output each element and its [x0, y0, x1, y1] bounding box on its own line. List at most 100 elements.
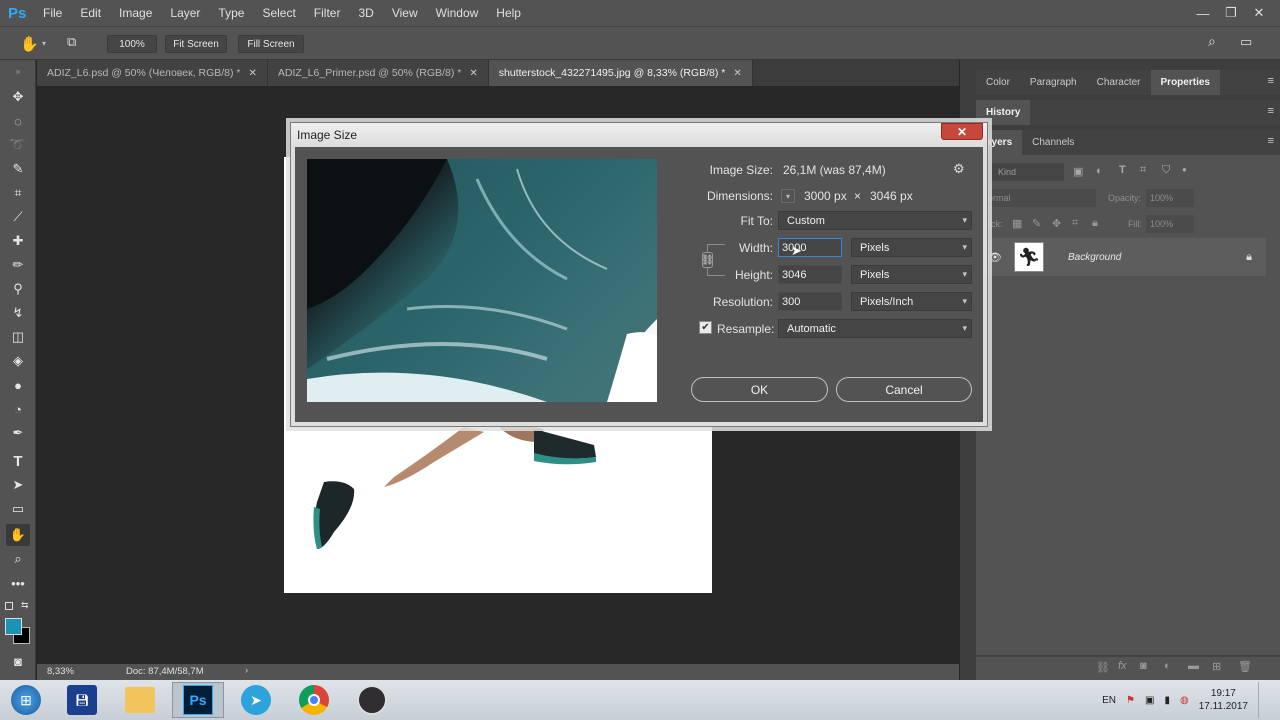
toolbox-collapse-icon[interactable]: » — [6, 60, 30, 82]
gear-icon[interactable]: ⚙ — [953, 161, 965, 177]
tab-character[interactable]: Character — [1087, 70, 1151, 95]
height-input[interactable]: 3046 — [778, 265, 842, 284]
shape-filter-icon[interactable]: ⌗ — [1140, 164, 1146, 177]
adjustment-layer-icon[interactable]: ◐ — [1164, 660, 1171, 672]
menu-edit[interactable]: Edit — [71, 0, 110, 26]
path-selection-tool-icon[interactable]: ➤ — [6, 474, 30, 496]
tab-adiz-l6-primer[interactable]: ADIZ_L6_Primer.psd @ 50% (RGB/8) * ✕ — [267, 60, 489, 86]
dialog-titlebar[interactable]: Image Size — [291, 123, 987, 147]
delete-layer-icon[interactable]: 🗑︎ — [1238, 660, 1252, 673]
menu-filter[interactable]: Filter — [305, 0, 350, 26]
panel-menu-icon[interactable]: ≡ — [1268, 75, 1274, 87]
tray-device-icon[interactable]: ▣ — [1145, 695, 1154, 706]
brush-tool-icon[interactable]: ✏ — [6, 254, 30, 276]
quick-select-tool-icon[interactable]: ✎ — [6, 158, 30, 180]
network-icon[interactable]: ▮ — [1164, 695, 1170, 706]
pen-tool-icon[interactable]: ✒ — [6, 422, 30, 444]
fit-to-select[interactable]: Custom ▾ — [778, 211, 972, 230]
resolution-units-select[interactable]: Pixels/Inch ▾ — [851, 292, 972, 311]
gradient-tool-icon[interactable]: ◈ — [6, 350, 30, 372]
restore-icon[interactable]: ❐ — [1224, 5, 1238, 20]
link-layers-icon[interactable]: ⛓ — [1096, 661, 1110, 674]
taskbar-app-chrome[interactable] — [288, 682, 340, 718]
taskbar-app-obs[interactable] — [346, 682, 398, 718]
quick-mask-icon[interactable]: ◙ — [6, 650, 30, 672]
lasso-tool-icon[interactable]: ➰ — [6, 134, 30, 156]
volume-icon[interactable]: ◍ — [1180, 695, 1189, 706]
minimize-icon[interactable]: — — [1196, 6, 1210, 21]
close-icon[interactable]: ✕ — [733, 68, 741, 79]
new-layer-icon[interactable]: ⊞ — [1212, 660, 1221, 673]
resolution-input[interactable]: 300 — [778, 292, 842, 311]
hand-tool-icon[interactable]: ✋ — [6, 524, 30, 546]
taskbar-app-explorer[interactable] — [114, 682, 166, 718]
menu-file[interactable]: File — [34, 0, 71, 26]
chevron-right-icon[interactable]: › — [245, 665, 248, 676]
add-mask-icon[interactable]: ◙ — [1140, 660, 1147, 672]
marquee-tool-icon[interactable]: ◌ — [6, 110, 30, 132]
fx-icon[interactable]: fx — [1118, 660, 1127, 672]
ok-button[interactable]: OK — [691, 377, 828, 402]
fill-field[interactable]: 100% — [1146, 215, 1194, 233]
adjustment-filter-icon[interactable]: ◐ — [1096, 165, 1103, 177]
tab-shutterstock[interactable]: shutterstock_432271495.jpg @ 8,33% (RGB/… — [488, 60, 753, 86]
pixel-filter-icon[interactable]: ▣ — [1073, 165, 1083, 178]
visibility-eye-icon[interactable]: 👁︎ — [988, 251, 1002, 264]
workspace-icon[interactable]: ▭ — [1240, 34, 1252, 50]
history-brush-tool-icon[interactable]: ↯ — [6, 302, 30, 324]
panel-menu-icon[interactable]: ≡ — [1268, 105, 1274, 117]
filter-toggle-icon[interactable]: ● — [1182, 165, 1187, 174]
clone-stamp-tool-icon[interactable]: ⚲ — [6, 278, 30, 300]
hand-tool-icon[interactable]: ✋ — [20, 35, 39, 53]
dialog-close-button[interactable]: ✕ — [941, 123, 983, 140]
tab-properties[interactable]: Properties — [1150, 70, 1220, 95]
zoom-tool-icon[interactable]: ⌕ — [6, 548, 30, 570]
type-tool-icon[interactable]: T — [6, 450, 30, 472]
blend-mode-select[interactable]: ormal — [986, 189, 1096, 207]
menu-help[interactable]: Help — [487, 0, 530, 26]
panel-menu-icon[interactable]: ≡ — [1268, 135, 1274, 147]
lock-all-icon[interactable]: 🔒︎ — [1092, 217, 1098, 230]
zoom-readout[interactable]: 8,33% — [47, 666, 74, 677]
swap-colors-icon[interactable]: ⇆ — [21, 600, 29, 611]
clock[interactable]: 19:17 17.11.2017 — [1199, 687, 1248, 713]
type-filter-icon[interactable]: T — [1119, 164, 1126, 176]
healing-brush-tool-icon[interactable]: ✚ — [6, 230, 30, 252]
show-desktop-button[interactable] — [1258, 682, 1270, 718]
eraser-tool-icon[interactable]: ◫ — [6, 326, 30, 348]
chevron-down-icon[interactable]: ▾ — [42, 39, 46, 48]
layer-row-background[interactable]: 👁︎ 🏃︎ Background 🔒︎ — [984, 238, 1266, 276]
blur-tool-icon[interactable]: ● — [6, 374, 30, 396]
width-units-select[interactable]: Pixels ▾ — [851, 238, 972, 257]
taskbar-app-telegram[interactable]: ➤ — [230, 682, 282, 718]
new-group-icon[interactable]: ▬ — [1188, 660, 1199, 672]
layer-filter-kind[interactable]: Kind — [986, 163, 1064, 181]
height-units-select[interactable]: Pixels ▾ — [851, 265, 972, 284]
rectangle-tool-icon[interactable]: ▭ — [6, 498, 30, 520]
tab-adiz-l6[interactable]: ADIZ_L6.psd @ 50% (Человек, RGB/8) * ✕ — [37, 60, 268, 86]
zoom-100-button[interactable]: 100% — [107, 35, 157, 53]
close-icon[interactable]: ✕ — [469, 68, 477, 79]
more-tools-icon[interactable]: ••• — [6, 572, 30, 594]
lock-image-icon[interactable]: ✎ — [1032, 217, 1041, 230]
crop-tool-icon[interactable]: ⌗ — [6, 182, 30, 204]
lock-position-icon[interactable]: ✥ — [1052, 217, 1061, 230]
move-tool-icon[interactable]: ✥ — [6, 86, 30, 108]
start-button[interactable]: ⊞ — [0, 682, 52, 718]
menu-3d[interactable]: 3D — [349, 0, 382, 26]
menu-layer[interactable]: Layer — [161, 0, 209, 26]
smart-filter-icon[interactable]: ⛉ — [1162, 164, 1170, 177]
opacity-field[interactable]: 100% — [1146, 189, 1194, 207]
default-colors-icon[interactable] — [5, 602, 13, 610]
eyedropper-tool-icon[interactable]: ⟋ — [6, 206, 30, 228]
close-icon[interactable]: ✕ — [249, 68, 257, 79]
tab-channels[interactable]: Channels — [1022, 130, 1084, 155]
search-icon[interactable]: ⌕ — [1208, 33, 1216, 50]
layer-name[interactable]: Background — [1068, 252, 1121, 263]
menu-view[interactable]: View — [383, 0, 427, 26]
resample-checkbox[interactable]: ✔ — [699, 321, 712, 334]
scroll-all-windows-icon[interactable]: ⧉ — [67, 34, 76, 50]
lock-transparent-icon[interactable]: ▦ — [1012, 217, 1022, 230]
menu-image[interactable]: Image — [110, 0, 161, 26]
cancel-button[interactable]: Cancel — [836, 377, 972, 402]
